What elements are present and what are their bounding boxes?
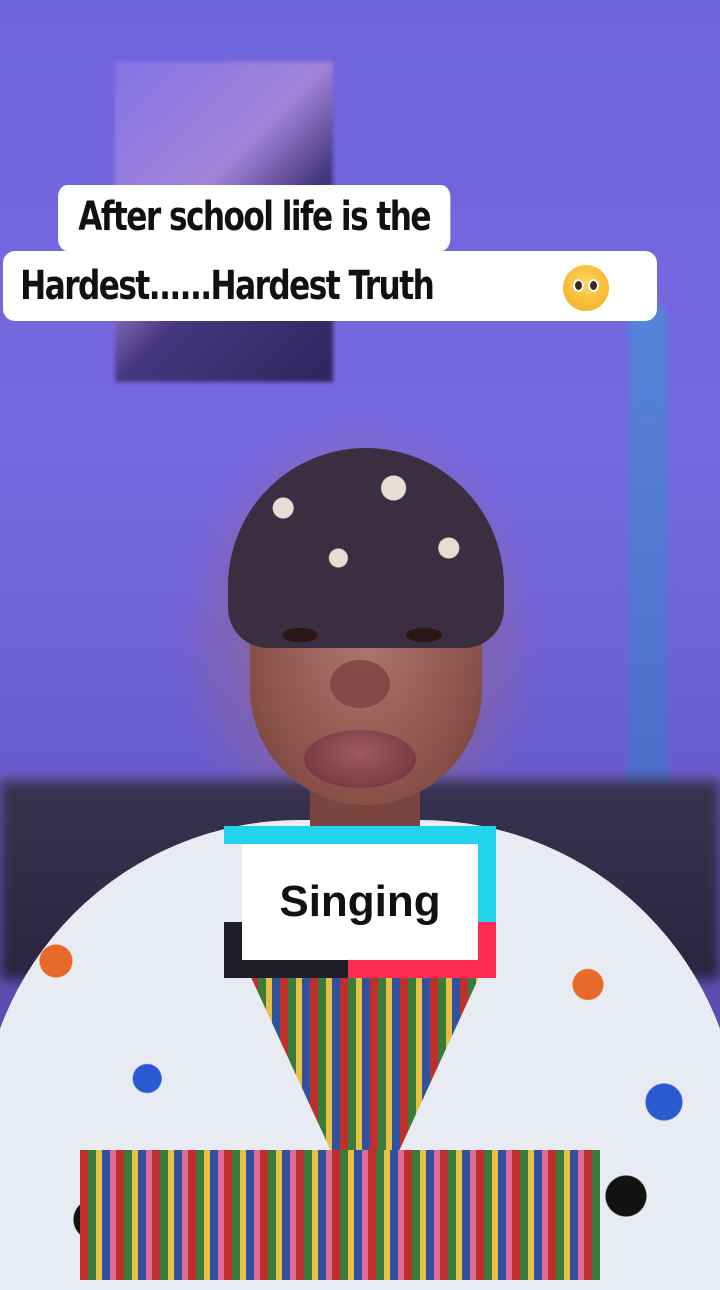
nose <box>330 660 390 708</box>
caption-line-2: Hardest......Hardest Truth <box>3 251 657 321</box>
singing-sticker: Singing <box>224 826 496 978</box>
sticker-label-box: Singing <box>242 844 478 960</box>
right-eye <box>406 628 442 642</box>
lips <box>304 730 416 788</box>
sticker-label: Singing <box>279 877 441 926</box>
sticker-cyan-side <box>478 826 496 926</box>
sticker-cyan-bar <box>224 826 496 844</box>
striped-band <box>80 1150 600 1280</box>
head-wrap <box>228 448 504 648</box>
left-eye <box>282 628 318 642</box>
caption-line-1: After school life is the <box>58 185 451 251</box>
caption-line-2-text: Hardest......Hardest Truth <box>20 263 435 309</box>
pleading-face-icon <box>562 265 609 311</box>
